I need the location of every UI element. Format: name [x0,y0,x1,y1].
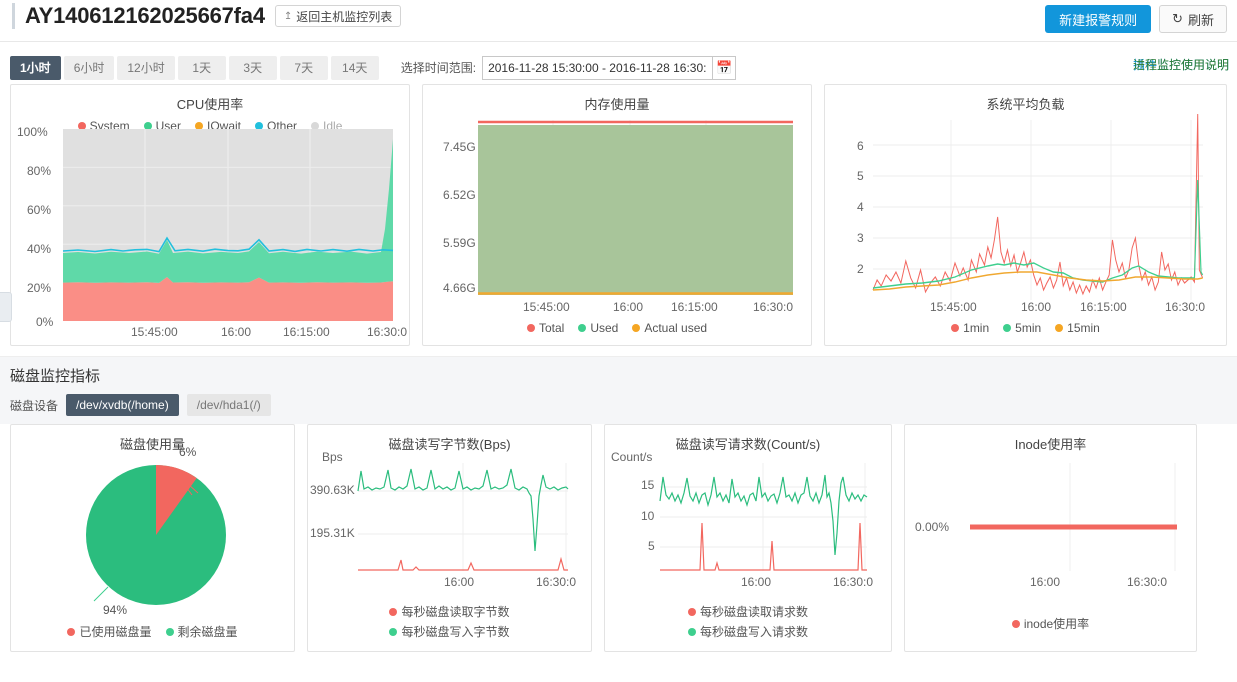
legend-item-1min[interactable]: 1min [951,321,989,335]
date-range-picker[interactable]: 📅 [482,55,737,80]
range-tab-7d[interactable]: 7天 [279,55,328,80]
disk-usage-pie [86,465,226,605]
legend-item-free-disk[interactable]: 剩余磁盘量 [165,623,238,640]
page-title: AY140612162025667fa4 [25,3,265,28]
legend-label-used-disk: 已使用磁盘量 [79,625,152,639]
legend-dot-1min [951,324,960,332]
chart-panel-load: 系统平均负载 6 5 4 3 2 15:45:00 16:00 16:15:00… [824,84,1227,346]
chart-legend-memory: Total Used Actual used [423,321,811,335]
load-plot [872,113,1204,300]
chart-panel-memory: 内存使用量 7.45G 6.52G 5.59G 4.66G 15:45:00 1… [422,84,812,346]
range-tab-group: 1小时 6小时 12小时 1天 3天 7天 14天 [10,55,379,80]
legend-dot-inode [1011,619,1020,628]
legend-label-inode: inode使用率 [1023,617,1090,631]
legend-dot-disk-read-requests [687,607,696,616]
chart-panel-disk-requests: 磁盘读写请求数(Count/s) Count/s 15 10 5 16:00 1… [604,424,892,652]
legend-item-used[interactable]: Used [578,321,618,335]
legend-item-total[interactable]: Total [526,321,565,335]
help-links: 插件监控使用说明 进程监控使用说明 [1117,56,1229,72]
up-arrow-icon: ↥ [283,10,293,22]
legend-dot-15min [1055,324,1064,332]
refresh-button[interactable]: ↻ 刷新 [1159,5,1227,33]
legend-label-actual-used: Actual used [644,321,708,335]
range-tab-12h[interactable]: 12小时 [117,55,175,80]
memory-plot [478,120,793,295]
legend-label-disk-write-requests: 每秒磁盘写入请求数 [699,625,808,639]
legend-label-total: Total [538,321,565,335]
chart-panel-disk-bytes: 磁盘读写字节数(Bps) Bps 390.63K 195.31K 16:00 1… [307,424,592,652]
disk-section-title: 磁盘监控指标 [10,368,101,385]
date-range-label: 选择时间范围: [400,61,477,75]
legend-dot-used [578,324,587,332]
legend-item-disk-write-bytes[interactable]: 每秒磁盘写入字节数 [389,623,510,640]
range-tab-3d[interactable]: 3天 [228,55,277,80]
legend-item-used-disk[interactable]: 已使用磁盘量 [67,623,152,640]
legend-item-actual-used[interactable]: Actual used [632,321,707,335]
chart-legend-inode: inode使用率 [905,615,1196,632]
legend-dot-used-disk [67,627,76,636]
legend-label-1min: 1min [963,321,990,335]
legend-dot-disk-write-bytes [389,627,398,636]
chart-panel-inode: Inode使用率 0.00% 16:00 16:30:0 inode使用率 [904,424,1197,652]
disk-device-label: 磁盘设备 [10,398,59,413]
new-alarm-rule-button[interactable]: 新建报警规则 [1045,5,1152,33]
title-group: AY140612162025667fa4 ↥ 返回主机监控列表 [12,3,402,29]
disk-device-selector: 磁盘设备 /dev/xvdb(/home) /dev/hda1(/) [0,388,1237,424]
legend-item-inode[interactable]: inode使用率 [1011,615,1090,632]
range-tab-1h[interactable]: 1小时 [10,55,61,80]
date-range-input[interactable] [482,55,713,80]
disk-section-header: 磁盘监控指标 [0,356,1237,388]
chart-legend-disk-usage: 已使用磁盘量 剩余磁盘量 [11,623,294,640]
sidebar-toggle-handle[interactable] [0,292,12,322]
page-header: AY140612162025667fa4 ↥ 返回主机监控列表 新建报警规则 ↻… [0,0,1237,42]
back-to-list-button[interactable]: ↥ 返回主机监控列表 [274,5,402,27]
disk-charts-row: 磁盘使用量 6% 94% 已使用磁盘量 剩余磁盘量 磁盘读写字节数(Bps) B… [0,424,1237,652]
legend-item-15min[interactable]: 15min [1055,321,1100,335]
legend-dot-disk-read-bytes [389,607,398,616]
header-actions: 新建报警规则 ↻ 刷新 [1045,5,1227,33]
range-tab-14d[interactable]: 14天 [330,55,379,80]
refresh-button-label: 刷新 [1187,12,1214,28]
legend-item-disk-read-requests[interactable]: 每秒磁盘读取请求数 [687,603,808,620]
legend-item-disk-write-requests[interactable]: 每秒磁盘写入请求数 [687,623,808,640]
legend-label-disk-write-bytes: 每秒磁盘写入字节数 [401,625,510,639]
legend-dot-actual-used [632,324,641,332]
legend-label-5min: 5min [1015,321,1042,335]
legend-label-disk-read-requests: 每秒磁盘读取请求数 [699,605,808,619]
refresh-icon: ↻ [1172,11,1183,26]
time-range-toolbar: 1小时 6小时 12小时 1天 3天 7天 14天 选择时间范围: 📅 插件监控… [0,42,1237,84]
back-button-label: 返回主机监控列表 [296,9,393,24]
device-tab-xvdb[interactable]: /dev/xvdb(/home) [66,394,179,416]
cpu-plot [62,129,394,321]
legend-label-disk-read-bytes: 每秒磁盘读取字节数 [401,605,510,619]
legend-dot-disk-write-requests [687,627,696,636]
chart-legend-disk-requests: 每秒磁盘读取请求数 每秒磁盘写入请求数 [605,603,891,640]
legend-label-15min: 15min [1067,321,1100,335]
chart-legend-load: 1min 5min 15min [825,321,1226,335]
range-tab-1d[interactable]: 1天 [177,55,226,80]
calendar-icon[interactable]: 📅 [712,55,737,80]
legend-item-disk-read-bytes[interactable]: 每秒磁盘读取字节数 [389,603,510,620]
range-tab-6h[interactable]: 6小时 [63,55,115,80]
legend-dot-total [526,324,535,332]
chart-panel-disk-usage: 磁盘使用量 6% 94% 已使用磁盘量 剩余磁盘量 [10,424,295,652]
device-tab-hda1[interactable]: /dev/hda1(/) [186,394,271,416]
legend-label-free-disk: 剩余磁盘量 [177,625,238,639]
legend-item-5min[interactable]: 5min [1003,321,1041,335]
chart-legend-disk-bytes: 每秒磁盘读取字节数 每秒磁盘写入字节数 [308,603,591,640]
legend-dot-free-disk [165,627,174,636]
title-accent-bar [12,3,15,29]
process-monitor-help-link[interactable]: 进程监控使用说明 [1117,56,1229,73]
legend-label-used: Used [590,321,619,335]
chart-panel-cpu: CPU使用率 System User IOwait Other Idle 100… [10,84,410,346]
legend-dot-5min [1003,324,1012,332]
system-charts-row: CPU使用率 System User IOwait Other Idle 100… [0,84,1237,346]
